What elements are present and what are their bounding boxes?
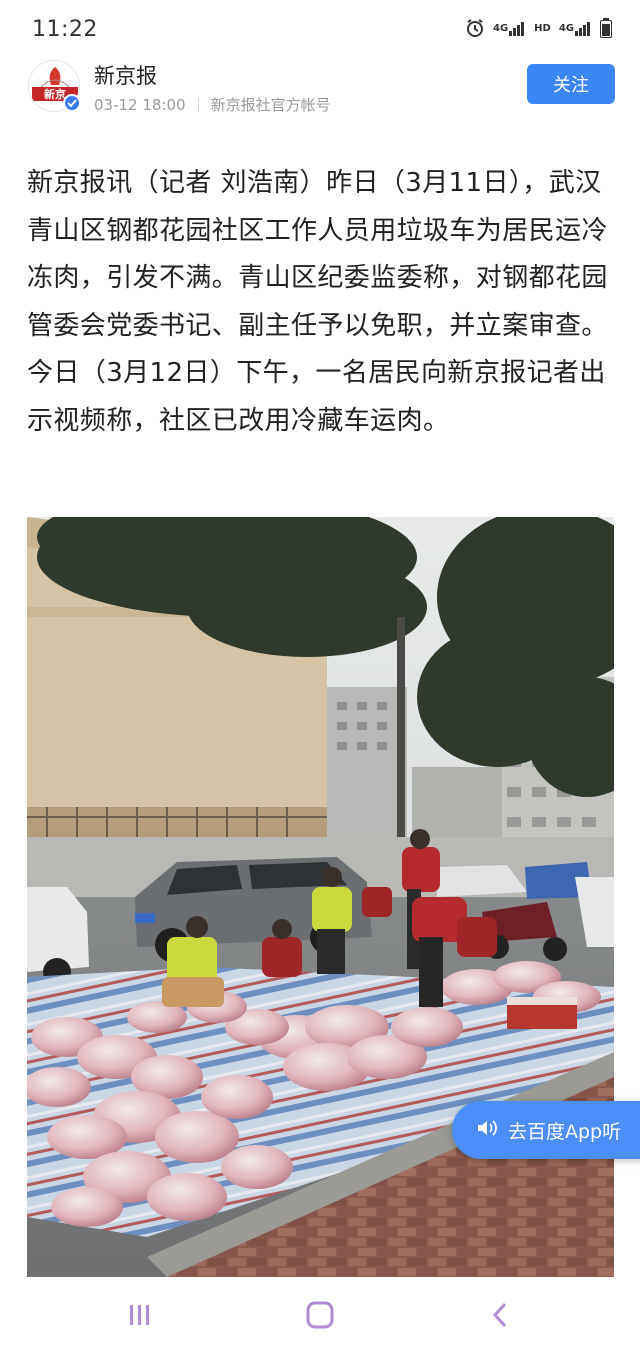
- network-type-label: 4G: [492, 22, 509, 34]
- article-photo[interactable]: [27, 517, 614, 1277]
- system-nav-bar: [0, 1280, 640, 1351]
- recent-apps-icon[interactable]: [120, 1298, 160, 1332]
- listen-button-label: 去百度App听: [508, 1120, 622, 1143]
- article-body: 新京报讯（记者 刘浩南）昨日（3月11日），武汉青山区钢都花园社区工作人员用垃圾…: [27, 168, 608, 436]
- speaker-icon: [476, 1117, 498, 1144]
- listen-in-app-button[interactable]: 去百度App听: [452, 1101, 640, 1159]
- post-meta: 03-12 18:00 新京报社官方帐号: [94, 94, 331, 115]
- post-date: 03-12 18:00: [94, 95, 186, 114]
- meta-divider: [197, 97, 199, 112]
- follow-button[interactable]: 关注: [527, 64, 615, 104]
- network-type-label: 4G: [558, 22, 574, 34]
- post-source: 新京报社官方帐号: [210, 96, 331, 114]
- signal-icon: 4G: [493, 20, 526, 36]
- status-icons: 4G HD 4G: [465, 18, 612, 38]
- alarm-icon: [465, 18, 485, 38]
- home-icon[interactable]: [300, 1298, 340, 1332]
- back-icon[interactable]: [480, 1298, 520, 1332]
- status-bar: 11:22 4G HD 4G: [0, 0, 640, 56]
- signal-icon: 4G: [559, 20, 592, 36]
- battery-icon: [600, 18, 612, 38]
- status-time: 11:22: [32, 17, 98, 42]
- hd-label: HD: [534, 22, 551, 34]
- verified-icon: [63, 94, 81, 112]
- article-header: 新京 新京报 03-12 18:00 新京报社官方帐号 关注: [0, 56, 640, 122]
- account-name[interactable]: 新京报: [94, 60, 157, 90]
